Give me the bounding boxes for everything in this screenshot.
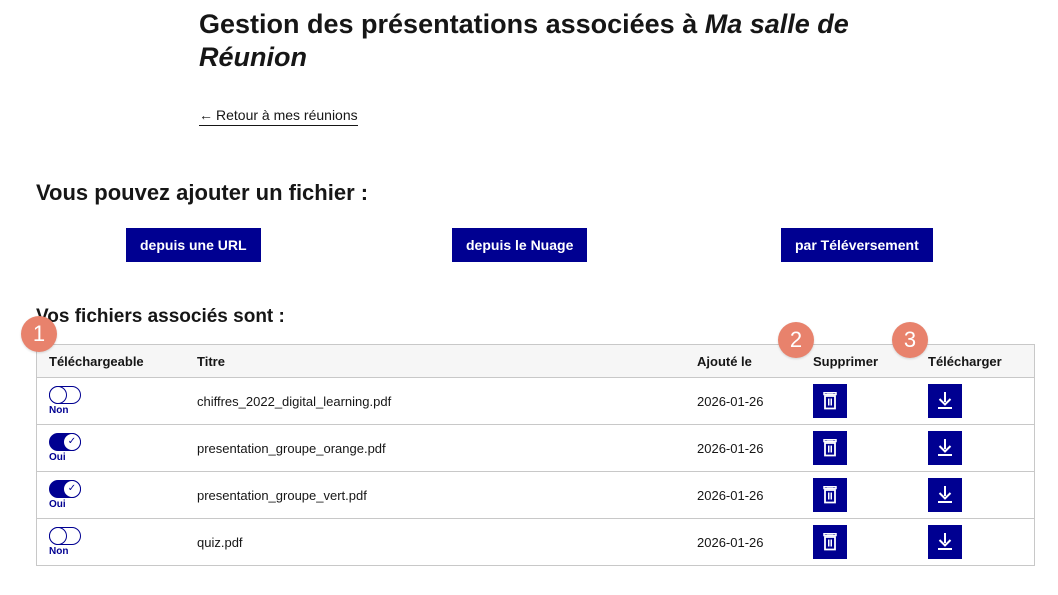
download-button[interactable] <box>928 431 962 465</box>
delete-cell <box>813 424 928 472</box>
file-title: chiffres_2022_digital_learning.pdf <box>197 377 697 425</box>
add-from-cloud-button[interactable]: depuis le Nuage <box>452 228 588 262</box>
downloadable-cell: Non <box>37 519 198 566</box>
upload-button[interactable]: par Téléversement <box>781 228 933 262</box>
annotation-badge-3: 3 <box>892 322 928 358</box>
add-file-heading: Vous pouvez ajouter un fichier : <box>36 180 369 205</box>
delete-button[interactable] <box>813 525 847 559</box>
file-title: presentation_groupe_vert.pdf <box>197 471 697 519</box>
download-button[interactable] <box>928 525 962 559</box>
col-downloadable: Téléchargeable <box>36 344 197 378</box>
files-table: Téléchargeable Titre Ajouté le Supprimer… <box>36 344 1035 566</box>
trash-icon <box>823 486 837 504</box>
page-title: Gestion des présentations associées à Ma… <box>199 8 899 74</box>
back-link-label: Retour à mes réunions <box>216 107 358 123</box>
col-title: Titre <box>197 344 697 378</box>
downloadable-cell: Non <box>36 377 197 425</box>
trash-icon <box>823 392 837 410</box>
downloadable-cell: ✓ Oui <box>36 471 197 519</box>
col-download: Télécharger <box>928 344 1035 378</box>
toggle-knob <box>49 527 67 545</box>
files-heading: Vos fichiers associés sont : <box>36 306 285 327</box>
toggle-label: Oui <box>49 499 66 510</box>
delete-button[interactable] <box>813 384 847 418</box>
download-icon <box>938 392 952 409</box>
toggle-switch[interactable]: ✓ <box>49 480 81 498</box>
delete-cell <box>813 377 928 425</box>
file-date: 2026-01-26 <box>697 471 813 519</box>
downloadable-toggle[interactable]: Non <box>49 527 197 557</box>
table-row: Non chiffres_2022_digital_learning.pdf 2… <box>36 377 1035 425</box>
downloadable-toggle[interactable]: ✓ Oui <box>49 480 197 510</box>
download-cell <box>928 377 1035 425</box>
delete-button[interactable] <box>813 478 847 512</box>
delete-cell <box>813 519 928 566</box>
file-date: 2026-01-26 <box>697 534 764 550</box>
toggle-switch[interactable]: ✓ <box>49 433 81 451</box>
table-row: ✓ Oui presentation_groupe_orange.pdf 202… <box>36 424 1035 472</box>
toggle-switch[interactable] <box>49 386 81 404</box>
download-cell <box>928 424 1035 472</box>
annotation-badge-2: 2 <box>778 322 814 358</box>
download-icon <box>938 533 952 550</box>
download-icon <box>938 439 952 456</box>
download-icon <box>938 486 952 503</box>
toggle-label: Non <box>49 405 69 416</box>
trash-icon <box>823 533 837 551</box>
downloadable-cell: ✓ Oui <box>36 424 197 472</box>
back-link[interactable]: ← Retour à mes réunions <box>199 106 358 126</box>
download-cell <box>928 471 1035 519</box>
delete-cell <box>813 471 928 519</box>
file-title: quiz.pdf <box>197 534 243 550</box>
toggle-label: Non <box>49 546 69 557</box>
toggle-label: Oui <box>49 452 66 463</box>
downloadable-toggle[interactable]: ✓ Oui <box>49 433 197 463</box>
downloadable-toggle[interactable]: Non <box>49 386 197 416</box>
annotation-badge-1: 1 <box>21 316 57 352</box>
trash-icon <box>823 439 837 457</box>
download-cell <box>928 519 1035 566</box>
download-button[interactable] <box>928 384 962 418</box>
add-from-url-button[interactable]: depuis une URL <box>126 228 261 262</box>
file-date: 2026-01-26 <box>697 424 813 472</box>
check-icon: ✓ <box>63 480 81 498</box>
table-row: ✓ Oui presentation_groupe_vert.pdf 2026-… <box>36 471 1035 519</box>
file-date: 2026-01-26 <box>697 377 813 425</box>
delete-button[interactable] <box>813 431 847 465</box>
toggle-switch[interactable] <box>49 527 81 545</box>
toggle-knob <box>49 386 67 404</box>
table-header-row: Téléchargeable Titre Ajouté le Supprimer… <box>36 344 1035 378</box>
arrow-left-icon: ← <box>199 107 213 123</box>
title-prefix: Gestion des présentations associées à <box>199 9 705 39</box>
check-icon: ✓ <box>63 433 81 451</box>
file-title: presentation_groupe_orange.pdf <box>197 424 697 472</box>
table-row: Non quiz.pdf 2026-01-26 <box>37 519 1035 566</box>
download-button[interactable] <box>928 478 962 512</box>
